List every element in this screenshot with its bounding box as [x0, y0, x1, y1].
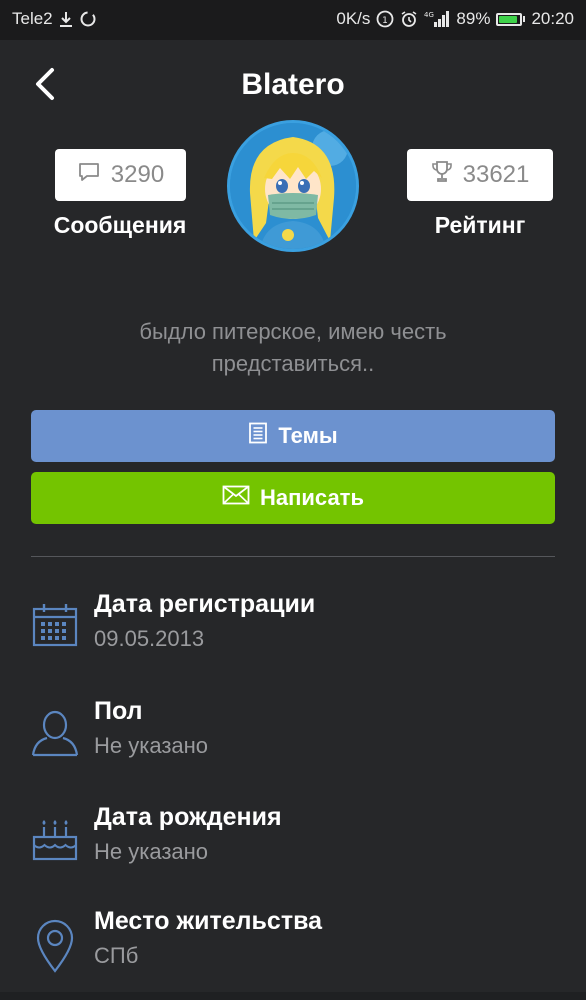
- profile-bio: быдло питерское, имею честь представитьс…: [139, 319, 447, 376]
- info-row-registration-date: Дата регистрации 09.05.2013: [30, 590, 570, 670]
- info-row-birth-date: Дата рождения Не указано: [30, 803, 570, 883]
- rating-label: Рейтинг: [434, 212, 526, 238]
- svg-text:1: 1: [383, 16, 389, 26]
- messages-count: 3290: [110, 161, 165, 188]
- svg-text:4G: 4G: [424, 11, 434, 19]
- document-list-icon: [248, 422, 268, 450]
- clock: 20:20: [531, 9, 574, 28]
- network-speed: 0K/s: [336, 9, 371, 28]
- alarm-icon: [400, 10, 418, 28]
- sync-icon: [79, 10, 97, 28]
- cake-icon: [30, 813, 80, 863]
- battery-percent: 89%: [456, 9, 491, 28]
- divider: [31, 556, 555, 557]
- gender-label: Пол: [94, 697, 143, 725]
- navigation-bar: [0, 992, 586, 1000]
- write-message-button[interactable]: Написать: [31, 472, 555, 524]
- birth-date-value: Не указано: [94, 839, 209, 864]
- trophy-icon: [431, 160, 453, 191]
- registration-date-label: Дата регистрации: [94, 590, 316, 618]
- write-button-label: Написать: [260, 485, 364, 510]
- envelope-icon: [222, 485, 250, 511]
- messages-label: Сообщения: [53, 212, 187, 238]
- residence-value: СПб: [94, 943, 139, 968]
- download-icon: [57, 10, 75, 28]
- avatar[interactable]: [227, 120, 359, 252]
- registration-date-value: 09.05.2013: [94, 626, 205, 651]
- gender-value: Не указано: [94, 733, 209, 758]
- birth-date-label: Дата рождения: [94, 803, 282, 831]
- signal-icon: 4G: [424, 10, 450, 28]
- carrier-name: Tele2: [12, 9, 53, 28]
- rating-count-button[interactable]: 33621: [407, 149, 553, 201]
- header: Blatero: [0, 40, 586, 130]
- rating-count: 33621: [462, 161, 530, 188]
- calendar-icon: [30, 600, 80, 650]
- status-bar: Tele2 0K/s 1 4G 89% 20:20: [0, 0, 586, 40]
- topics-button-label: Темы: [278, 423, 338, 448]
- location-pin-icon: [30, 917, 80, 973]
- residence-label: Место жительства: [94, 907, 323, 935]
- page-title: Blatero: [241, 68, 345, 101]
- data-saver-icon: 1: [376, 10, 394, 28]
- user-icon: [30, 707, 80, 757]
- chat-bubble-icon: [77, 161, 101, 190]
- messages-count-button[interactable]: 3290: [55, 149, 186, 201]
- info-row-residence: Место жительства СПб: [30, 907, 570, 987]
- avatar-image: [230, 123, 356, 249]
- topics-button[interactable]: Темы: [31, 410, 555, 462]
- battery-icon: [496, 12, 526, 26]
- info-row-gender: Пол Не указано: [30, 697, 570, 777]
